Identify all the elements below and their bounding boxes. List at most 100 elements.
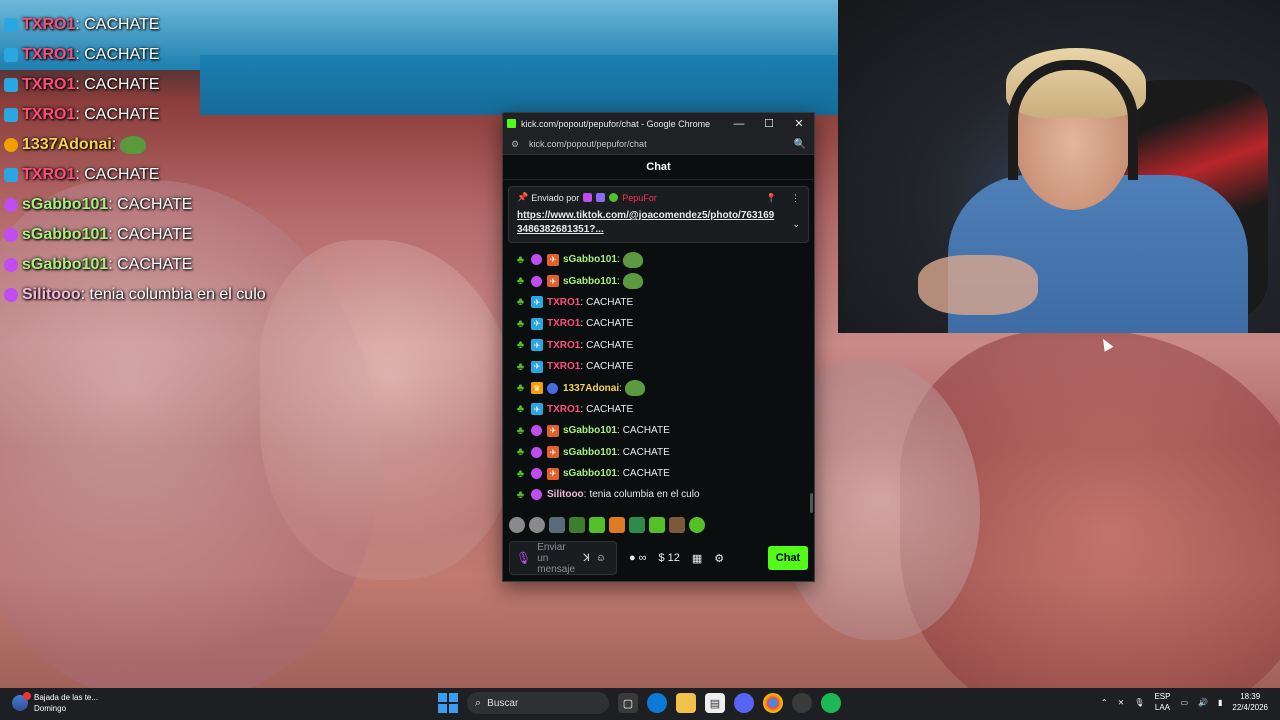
chat-username[interactable]: sGabbo101 bbox=[563, 447, 617, 458]
battery-icon[interactable]: ▮ bbox=[1218, 698, 1222, 707]
file-explorer-icon[interactable] bbox=[676, 693, 696, 713]
gifter-badge-icon: ✈ bbox=[547, 275, 559, 288]
pinned-link[interactable]: https://www.tiktok.com/@joacomendez5/pho… bbox=[517, 209, 779, 237]
emote-icon[interactable] bbox=[649, 517, 665, 533]
emote-icon[interactable] bbox=[549, 517, 565, 533]
chat-username[interactable]: TXRO1 bbox=[547, 361, 580, 372]
chat-username[interactable]: 1337Adonai bbox=[563, 383, 619, 394]
chat-message[interactable]: ♣ ✈ TXRO1: CACHATE bbox=[515, 313, 814, 334]
points-icon: $ bbox=[658, 552, 665, 564]
window-title: kick.com/popout/pepufor/chat - Google Ch… bbox=[521, 118, 711, 129]
close-button[interactable]: ✕ bbox=[784, 113, 814, 134]
chat-separator: : bbox=[616, 425, 620, 437]
overlay-text: : CACHATE bbox=[75, 16, 160, 33]
user-badge-icon bbox=[4, 288, 18, 302]
viewers-infinity-button[interactable]: ● ∞ bbox=[629, 552, 647, 564]
zoom-icon[interactable]: 🔍 bbox=[794, 139, 806, 150]
news-widget[interactable]: Bajada de las te... Domingo bbox=[12, 692, 98, 714]
chat-message[interactable]: ♣ Silitooo: tenia columbia en el culo bbox=[515, 484, 814, 505]
scrollbar[interactable] bbox=[810, 493, 813, 513]
spotify-icon[interactable] bbox=[821, 693, 841, 713]
chat-username[interactable]: TXRO1 bbox=[547, 297, 580, 308]
pin-icon: 📌 bbox=[517, 192, 529, 202]
chat-message[interactable]: ♣ ♛ 1337Adonai: bbox=[515, 377, 814, 398]
badge-icon bbox=[609, 193, 619, 202]
chrome-icon[interactable] bbox=[763, 693, 783, 713]
pinned-by-user[interactable]: PepuFor bbox=[622, 193, 657, 203]
chat-message[interactable]: ♣ ✈ TXRO1: CACHATE bbox=[515, 356, 814, 377]
emote-icon[interactable] bbox=[589, 517, 605, 533]
chat-message-input[interactable]: 🎙 Enviar un mensaje ꓘ ☺ bbox=[509, 541, 617, 575]
chat-username[interactable]: sGabbo101 bbox=[563, 254, 617, 265]
chevron-up-icon[interactable]: ⌃ bbox=[1101, 698, 1108, 707]
emote-icon[interactable] bbox=[629, 517, 645, 533]
chat-message[interactable]: ♣ ✈ TXRO1: CACHATE bbox=[515, 292, 814, 313]
chat-username[interactable]: Silitooo bbox=[547, 489, 584, 500]
pepe-emote-icon bbox=[622, 251, 643, 268]
emote-icon[interactable] bbox=[569, 517, 585, 533]
store-icon[interactable]: ▦ bbox=[692, 552, 702, 565]
infinity-label: ∞ bbox=[638, 552, 647, 564]
display-icon[interactable]: ▭ bbox=[1180, 698, 1188, 707]
subscriber-badge-icon: ✈ bbox=[531, 317, 543, 330]
chat-username[interactable]: sGabbo101 bbox=[563, 468, 617, 479]
kick-emote-icon[interactable]: ꓘ bbox=[583, 553, 590, 564]
user-badge-icon bbox=[4, 258, 18, 272]
address-bar[interactable]: ⚙ kick.com/popout/pepufor/chat 🔍 bbox=[503, 134, 814, 155]
chat-separator: : bbox=[616, 446, 620, 458]
webcam-feed bbox=[838, 0, 1280, 333]
store-icon[interactable]: ▤ bbox=[705, 693, 725, 713]
chat-username[interactable]: TXRO1 bbox=[547, 318, 580, 329]
settings-gear-icon[interactable]: ⚙ bbox=[714, 552, 724, 565]
task-view-icon[interactable]: ▢ bbox=[618, 693, 638, 713]
chat-message[interactable]: ♣ ✈ sGabbo101: bbox=[515, 270, 814, 291]
chat-username[interactable]: TXRO1 bbox=[547, 404, 580, 415]
chat-message-list[interactable]: ♣ ✈ sGabbo101: ♣ ✈ sGabbo101: ♣ ✈ TXRO1: CACHATE ♣… bbox=[503, 247, 814, 506]
points-button[interactable]: $ 12 bbox=[659, 552, 680, 564]
chat-username[interactable]: sGabbo101 bbox=[563, 425, 617, 436]
emoji-icon[interactable]: ☺ bbox=[596, 553, 606, 564]
window-titlebar[interactable]: kick.com/popout/pepufor/chat - Google Ch… bbox=[503, 113, 814, 134]
discord-icon[interactable] bbox=[734, 693, 754, 713]
unpin-icon[interactable]: 📍 bbox=[766, 193, 777, 204]
emote-icon[interactable] bbox=[669, 517, 685, 533]
overlay-username: sGabbo101 bbox=[22, 256, 109, 273]
chat-username[interactable]: TXRO1 bbox=[547, 340, 580, 351]
chat-message[interactable]: ♣ ✈ sGabbo101: CACHATE bbox=[515, 420, 814, 441]
overlay-text: : CACHATE bbox=[75, 166, 160, 183]
obs-icon[interactable] bbox=[792, 693, 812, 713]
windows-start-icon[interactable] bbox=[438, 693, 458, 713]
chevron-down-icon[interactable]: ⌄ bbox=[792, 219, 800, 230]
overlay-message: TXRO1: CACHATE bbox=[4, 100, 324, 130]
microphone-icon[interactable]: 🎙 bbox=[516, 551, 531, 565]
user-badge-icon bbox=[4, 138, 18, 152]
chat-message[interactable]: ♣ ✈ TXRO1: CACHATE bbox=[515, 335, 814, 356]
more-options-icon[interactable]: ⋮ bbox=[791, 193, 800, 204]
maximize-button[interactable]: ☐ bbox=[754, 113, 784, 134]
edge-icon[interactable] bbox=[647, 693, 667, 713]
minimize-button[interactable]: — bbox=[724, 113, 754, 134]
chat-message[interactable]: ♣ ✈ sGabbo101: CACHATE bbox=[515, 463, 814, 484]
og-badge-icon: ♣ bbox=[516, 339, 525, 352]
emote-icon[interactable] bbox=[529, 517, 545, 533]
language-indicator[interactable]: ESP LAA bbox=[1154, 691, 1170, 713]
site-settings-icon[interactable]: ⚙ bbox=[511, 139, 521, 150]
taskbar-search-input[interactable]: ⌕ Buscar bbox=[467, 692, 609, 714]
url-text[interactable]: kick.com/popout/pepufor/chat bbox=[529, 139, 794, 149]
overlay-message: sGabbo101: CACHATE bbox=[4, 250, 324, 280]
chat-message[interactable]: ♣ ✈ sGabbo101: bbox=[515, 249, 814, 270]
microphone-icon[interactable]: 🎙 bbox=[1134, 698, 1144, 707]
notification-dot bbox=[23, 692, 31, 700]
chat-username[interactable]: sGabbo101 bbox=[563, 276, 617, 287]
clock[interactable]: 18:39 22/4/2026 bbox=[1232, 691, 1268, 713]
volume-icon[interactable]: 🔊 bbox=[1198, 698, 1208, 707]
network-icon[interactable]: ⨯ bbox=[1118, 698, 1125, 707]
clock-date: 22/4/2026 bbox=[1232, 703, 1268, 712]
emote-icon[interactable] bbox=[609, 517, 625, 533]
chat-message[interactable]: ♣ ✈ TXRO1: CACHATE bbox=[515, 399, 814, 420]
send-chat-button[interactable]: Chat bbox=[768, 546, 808, 570]
emote-icon[interactable] bbox=[509, 517, 525, 533]
pinned-message[interactable]: 📌 Enviado por PepuFor 📍 ⋮ https://www.ti… bbox=[508, 186, 809, 243]
chat-message[interactable]: ♣ ✈ sGabbo101: CACHATE bbox=[515, 442, 814, 463]
emote-icon[interactable] bbox=[689, 517, 705, 533]
